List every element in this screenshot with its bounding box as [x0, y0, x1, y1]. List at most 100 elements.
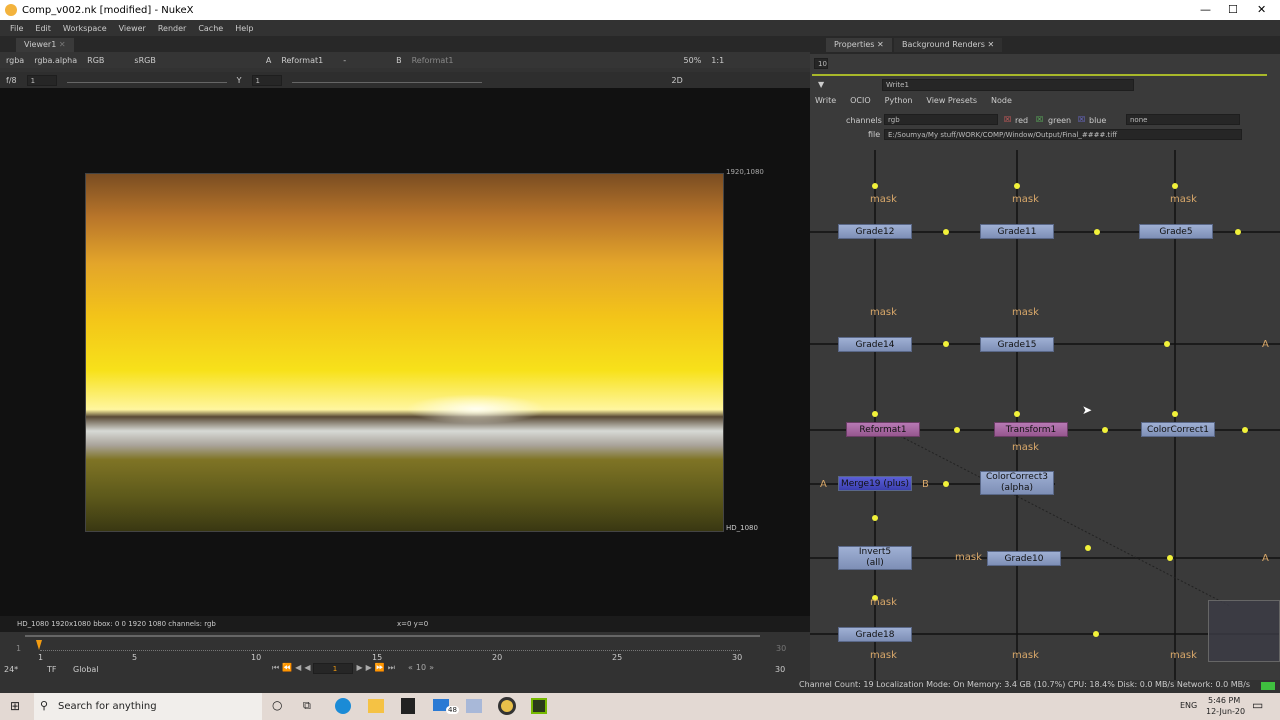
nvidia-icon[interactable] [531, 698, 547, 714]
nuke-taskbar-icon[interactable] [498, 697, 516, 715]
node-grade5[interactable]: Grade5 [1139, 224, 1213, 239]
graph-navigator-minimap[interactable] [1208, 600, 1280, 662]
max-panels-field[interactable]: 10 [814, 58, 828, 69]
node-grade12[interactable]: Grade12 [838, 224, 912, 239]
channels-dropdown[interactable]: rgb [884, 114, 998, 125]
timeline-scrubber[interactable]: 1 5 10 15 20 25 30 [38, 650, 742, 664]
tab-background-renders[interactable]: Background Renders ✕ [894, 38, 1003, 52]
gain-field[interactable]: 1 [26, 74, 57, 86]
minimize-button[interactable]: — [1200, 3, 1211, 16]
subtab-node[interactable]: Node [991, 96, 1012, 105]
task-view-icon[interactable]: ⧉ [303, 699, 311, 713]
next-frame-icon[interactable]: ▶ [366, 663, 372, 674]
fps-dropdown[interactable]: 24* [4, 665, 18, 674]
compare-dropdown[interactable]: - [343, 56, 346, 65]
cortana-icon[interactable]: ○ [272, 698, 282, 712]
tab-properties[interactable]: Properties ✕ [826, 38, 892, 52]
node-name-field[interactable]: Write1 [882, 79, 1134, 91]
gamma-slider[interactable] [291, 77, 482, 83]
node-grade11[interactable]: Grade11 [980, 224, 1054, 239]
close-button[interactable]: ✕ [1257, 3, 1266, 16]
red-checkbox[interactable]: ☒ [1004, 115, 1011, 124]
play-backward-icon[interactable]: ◀ [304, 663, 310, 674]
node-invert5[interactable]: Invert5 (all) [838, 546, 912, 570]
a-input-dropdown[interactable]: Reformat1 [281, 56, 323, 65]
fstop[interactable]: f/8 [6, 76, 17, 85]
first-frame-icon[interactable]: ⏮ [272, 663, 279, 674]
skip-back-icon[interactable]: « [408, 663, 413, 674]
timeline-range-bar[interactable] [25, 635, 760, 637]
gamma-field[interactable]: 1 [251, 74, 282, 86]
edge-icon[interactable] [335, 698, 351, 714]
taskbar-search[interactable]: ⚲ Search for anything [34, 693, 262, 720]
collapse-icon[interactable]: ▼ [818, 80, 824, 89]
store-icon[interactable] [401, 698, 415, 714]
timeline-end[interactable]: 30 [776, 644, 786, 653]
file-explorer-icon[interactable] [368, 699, 384, 713]
input-a-label: A [820, 479, 827, 490]
menu-edit[interactable]: Edit [29, 24, 57, 33]
clock-time[interactable]: 5:46 PM [1208, 696, 1240, 705]
subtab-write[interactable]: Write [815, 96, 836, 105]
clock-date[interactable]: 12-Jun-20 [1206, 707, 1245, 716]
next-key-icon[interactable]: ⏩ [375, 663, 385, 674]
ratio-dropdown[interactable]: 1:1 [711, 56, 724, 65]
gain-slider[interactable] [66, 77, 227, 83]
subtab-python[interactable]: Python [885, 96, 913, 105]
alpha-dropdown[interactable]: rgba.alpha [34, 56, 77, 65]
lut-dropdown[interactable]: sRGB [134, 56, 155, 65]
subtab-view-presets[interactable]: View Presets [926, 96, 977, 105]
playhead-icon[interactable] [36, 640, 42, 650]
mask-label: mask [870, 597, 897, 608]
mask-label: mask [1012, 307, 1039, 318]
node-grade14[interactable]: Grade14 [838, 337, 912, 352]
last-frame-icon[interactable]: ⏭ [388, 663, 395, 674]
tab-viewer1[interactable]: Viewer1 ✕ [16, 38, 74, 52]
step-field[interactable]: 10 [416, 663, 426, 674]
node-colorcorrect3[interactable]: ColorCorrect3 (alpha) [980, 471, 1054, 495]
zoom-dropdown[interactable]: 50% [684, 56, 702, 65]
blue-checkbox[interactable]: ☒ [1078, 115, 1085, 124]
menu-cache[interactable]: Cache [192, 24, 229, 33]
display-dropdown[interactable]: RGB [87, 56, 104, 65]
close-tab-icon[interactable]: ✕ [59, 40, 66, 49]
tf-dropdown[interactable]: TF [47, 665, 57, 674]
menu-viewer[interactable]: Viewer [113, 24, 152, 33]
node-reformat1[interactable]: Reformat1 [846, 422, 920, 437]
view-mode-dropdown[interactable]: 2D [672, 76, 683, 85]
skip-forward-icon[interactable]: » [429, 663, 434, 674]
prev-key-icon[interactable]: ⏪ [282, 663, 292, 674]
b-input-dropdown[interactable]: Reformat1 [412, 56, 454, 65]
node-colorcorrect1[interactable]: ColorCorrect1 [1141, 422, 1215, 437]
node-grade15[interactable]: Grade15 [980, 337, 1054, 352]
green-checkbox[interactable]: ☒ [1036, 115, 1043, 124]
windows-start-icon[interactable]: ⊞ [10, 699, 20, 713]
node-transform1[interactable]: Transform1 [994, 422, 1068, 437]
menu-render[interactable]: Render [152, 24, 192, 33]
node-grade18[interactable]: Grade18 [838, 627, 912, 642]
current-frame-field[interactable]: 1 [313, 663, 354, 674]
taskbar: ⊞ ⚲ Search for anything ○ ⧉ 48 ENG 5:46 P… [0, 693, 1280, 720]
subtab-ocio[interactable]: OCIO [850, 96, 871, 105]
prev-frame-icon[interactable]: ◀ [295, 663, 301, 674]
timeline-start[interactable]: 1 [16, 644, 21, 653]
node-merge19[interactable]: Merge19 (plus) [838, 476, 912, 491]
play-icon[interactable]: ▶ [356, 663, 362, 674]
end-frame-field[interactable]: 30 [775, 665, 785, 674]
input-a-label: A [1262, 553, 1269, 564]
language-indicator[interactable]: ENG [1180, 701, 1197, 710]
channels-label: channels [846, 116, 882, 125]
notifications-icon[interactable]: ▭ [1252, 698, 1263, 712]
node-graph[interactable]: mask mask mask mask mask mask mask mask … [810, 146, 1280, 680]
menu-workspace[interactable]: Workspace [57, 24, 113, 33]
scope-dropdown[interactable]: Global [73, 665, 99, 674]
channels-dropdown[interactable]: rgba [6, 56, 24, 65]
menu-file[interactable]: File [4, 24, 29, 33]
maximize-button[interactable]: ☐ [1228, 3, 1238, 16]
extra-channel-dropdown[interactable]: none [1126, 114, 1240, 125]
app-icon[interactable] [466, 699, 482, 713]
node-grade10[interactable]: Grade10 [987, 551, 1061, 566]
file-path-field[interactable]: E:/Soumya/My stuff/WORK/COMP/Window/Outp… [884, 129, 1242, 140]
menu-help[interactable]: Help [229, 24, 259, 33]
viewer-canvas[interactable]: 1920,1080 HD_1080 [0, 88, 810, 616]
